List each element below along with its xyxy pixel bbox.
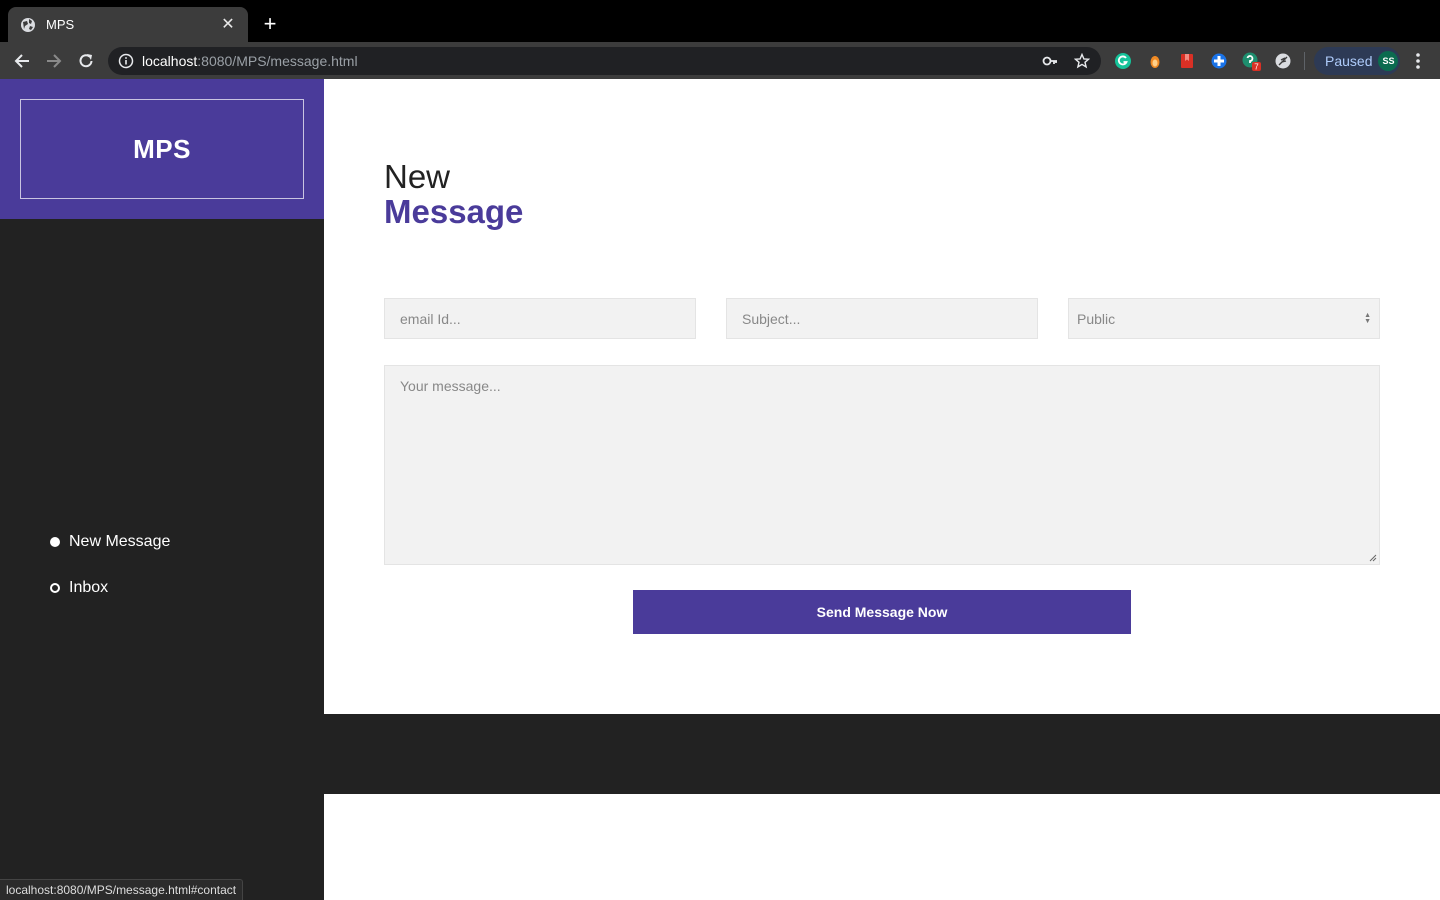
info-icon[interactable]	[118, 53, 134, 69]
reload-icon[interactable]	[75, 50, 97, 72]
page-footer	[324, 714, 1440, 794]
extension-badge-count: 7	[1254, 63, 1259, 72]
page-title: New Message	[384, 159, 523, 229]
toolbar-divider	[1304, 52, 1305, 70]
sidebar-nav: New Message Inbox	[50, 531, 170, 623]
bookmark-extension-icon[interactable]	[1177, 51, 1197, 71]
active-dot-icon	[50, 537, 60, 547]
feather-extension-icon[interactable]	[1273, 51, 1293, 71]
globe-icon	[21, 17, 35, 32]
key-icon[interactable]	[1041, 52, 1059, 70]
visibility-value: Public	[1077, 310, 1116, 327]
grammarly-extension-icon[interactable]	[1113, 51, 1133, 71]
back-icon[interactable]	[11, 50, 33, 72]
status-bar-url: localhost:8080/MPS/message.html#contact	[0, 879, 244, 900]
close-tab-icon[interactable]: ✕	[220, 16, 236, 33]
page-title-line1: New	[384, 158, 451, 195]
profile-status: Paused	[1325, 53, 1373, 69]
browser-tab[interactable]: MPS ✕	[8, 7, 248, 42]
notification-extension-icon[interactable]: 7	[1241, 51, 1261, 71]
message-placeholder: Your message...	[400, 378, 501, 394]
avatar: SS	[1378, 51, 1399, 71]
main-content: New Message email Id... Subject... Publi…	[324, 79, 1440, 714]
resize-grip-icon[interactable]	[1369, 554, 1377, 562]
send-message-button[interactable]: Send Message Now	[633, 590, 1131, 634]
visibility-select[interactable]: Public ▲ ▼	[1068, 298, 1380, 339]
select-arrows-icon: ▲ ▼	[1364, 311, 1371, 325]
profile-button[interactable]: Paused SS	[1314, 47, 1400, 75]
sidebar-item-new-message[interactable]: New Message	[50, 531, 170, 553]
subject-field[interactable]: Subject...	[726, 298, 1038, 339]
sidebar-item-label: Inbox	[69, 579, 109, 596]
tab-title: MPS	[46, 17, 75, 32]
sidebar: MPS New Message Inbox	[0, 79, 324, 900]
url-host: localhost	[142, 53, 198, 69]
star-icon[interactable]	[1073, 52, 1091, 70]
url-path: :8080/MPS/message.html	[197, 53, 358, 69]
sidebar-item-inbox[interactable]: Inbox	[50, 577, 170, 599]
address-bar[interactable]: localhost:8080/MPS/message.html	[108, 47, 1101, 75]
brand-panel: MPS	[0, 79, 324, 219]
honey-extension-icon[interactable]	[1145, 51, 1165, 71]
more-menu-icon[interactable]	[1408, 51, 1428, 71]
puzzle-extension-icon[interactable]	[1209, 51, 1229, 71]
inactive-dot-icon	[50, 583, 60, 593]
page-title-line2: Message	[384, 193, 524, 230]
forward-icon[interactable]	[43, 50, 65, 72]
brand-title: MPS	[133, 133, 191, 164]
brand-logo[interactable]: MPS	[20, 99, 304, 199]
url-text: localhost:8080/MPS/message.html	[142, 53, 1027, 69]
email-field[interactable]: email Id...	[384, 298, 696, 339]
browser-toolbar: localhost:8080/MPS/message.html 7 Paused…	[0, 42, 1440, 79]
browser-tab-bar: MPS ✕ +	[0, 0, 1440, 42]
message-textarea[interactable]: Your message...	[384, 365, 1380, 565]
sidebar-item-label: New Message	[69, 533, 171, 550]
new-tab-button[interactable]: +	[258, 12, 282, 36]
